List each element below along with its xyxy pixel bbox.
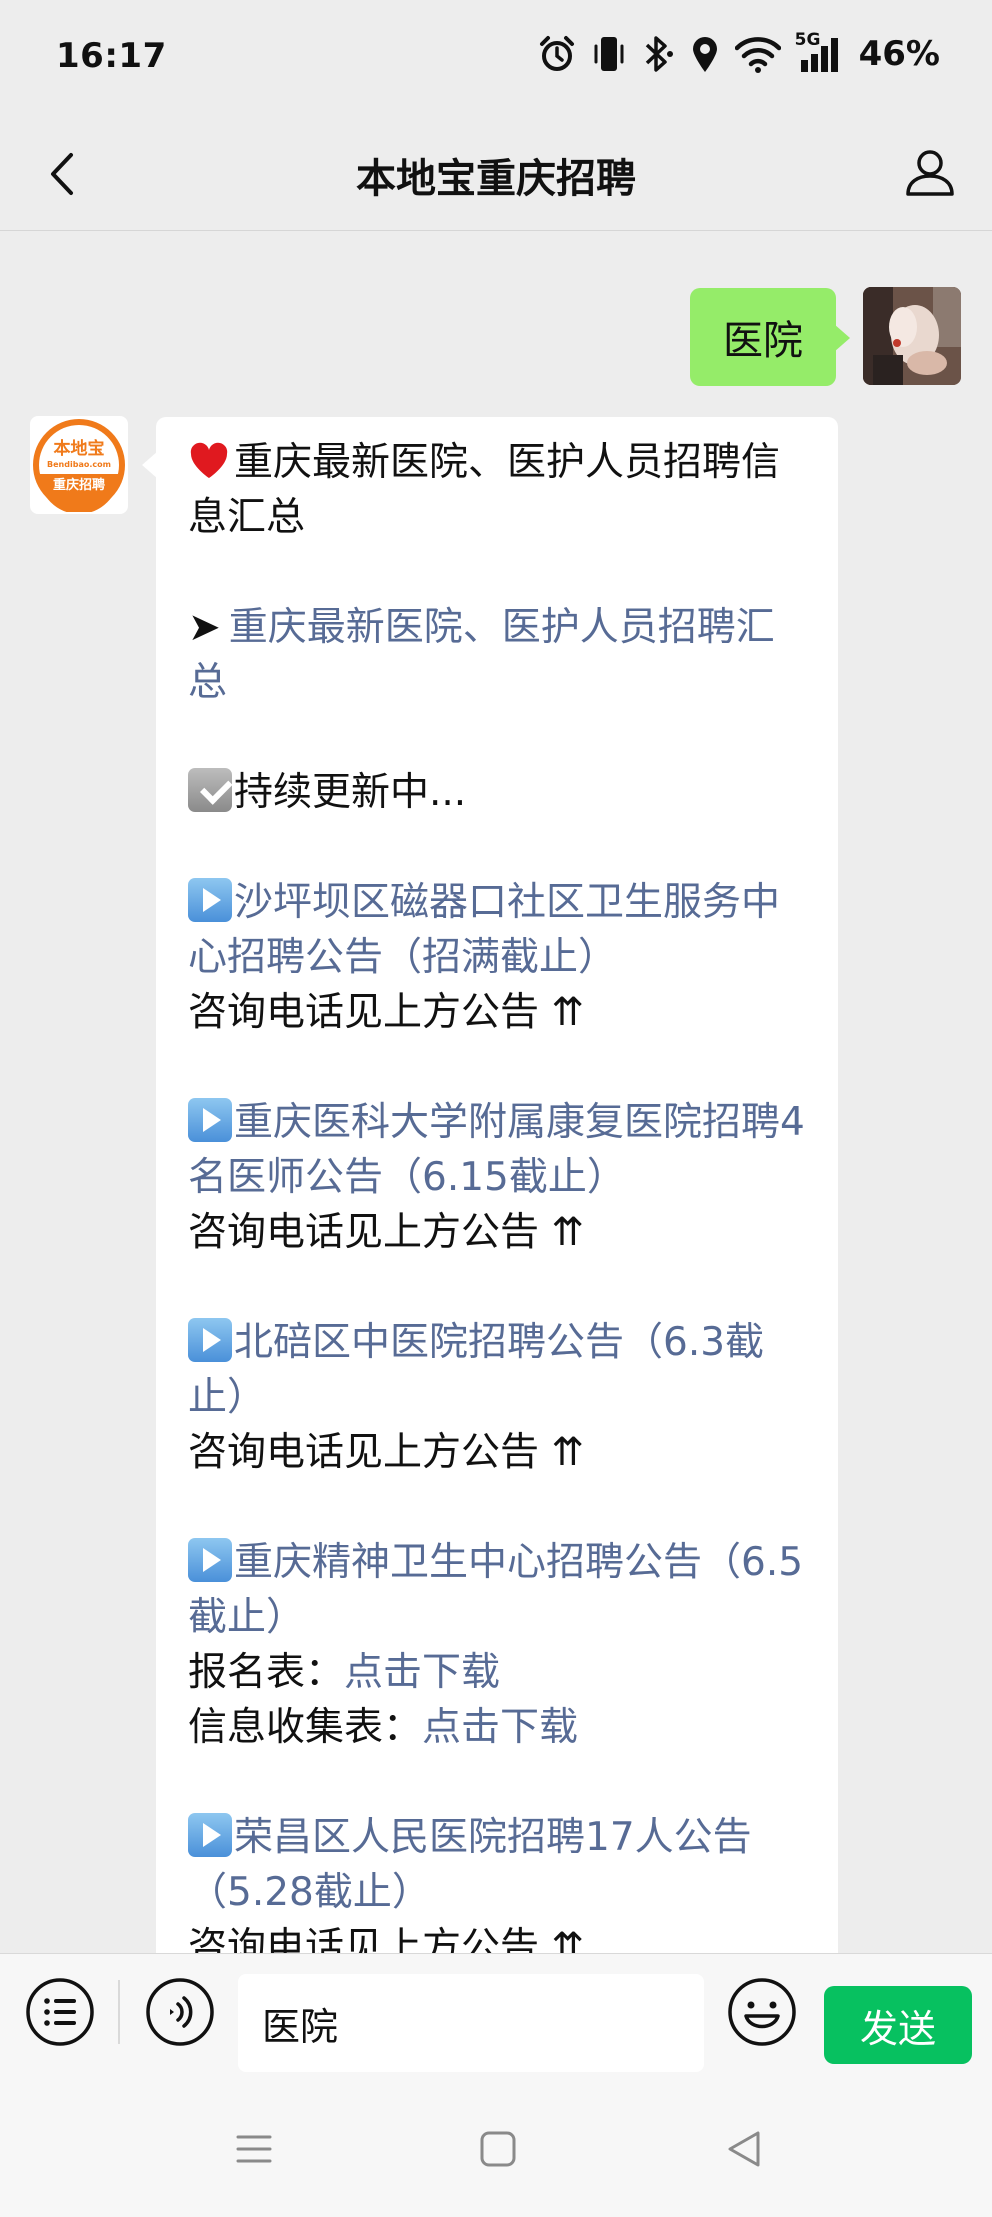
status-line: 持续更新中... bbox=[188, 765, 808, 820]
input-bar: 发送 bbox=[0, 1953, 992, 2074]
list-item: 荣昌区人民医院招聘17人公告（5.28截止） 咨询电话见上方公告 ⇈ bbox=[188, 1810, 808, 1953]
square-home-icon bbox=[480, 2131, 516, 2167]
battery-percentage: 46% bbox=[858, 34, 940, 74]
item-note: 咨询电话见上方公告 ⇈ bbox=[188, 1430, 585, 1475]
red-heart-icon bbox=[190, 442, 228, 478]
item-link[interactable]: 沙坪坝区磁器口社区卫生服务中心招聘公告（招满截止） bbox=[188, 880, 780, 980]
bendibao-logo: 本地宝 Bendibao.com 重庆招聘 bbox=[33, 419, 125, 512]
play-button-icon bbox=[188, 1538, 232, 1582]
list-menu-icon bbox=[26, 1978, 94, 2046]
profile-button[interactable] bbox=[898, 140, 962, 204]
play-button-icon bbox=[188, 1318, 232, 1362]
voice-icon bbox=[146, 1978, 214, 2046]
logo-name: 本地宝 bbox=[54, 438, 105, 459]
status-icons: 5G 46% bbox=[537, 30, 940, 76]
user-avatar[interactable] bbox=[863, 287, 961, 385]
alarm-icon bbox=[539, 36, 574, 71]
bot-message-bubble[interactable]: 重庆最新医院、医护人员招聘信息汇总 ➤ 重庆最新医院、医护人员招聘汇总 持续更新中… bbox=[142, 417, 838, 1953]
headline-text: 重庆最新医院、医护人员招聘信息汇总 bbox=[188, 440, 781, 540]
item-link[interactable]: 北碚区中医院招聘公告（6.3截止） bbox=[188, 1320, 764, 1420]
menu-button[interactable] bbox=[24, 1976, 96, 2048]
logo-tagline: 重庆招聘 bbox=[53, 477, 105, 493]
check-mark-icon bbox=[188, 768, 232, 812]
download-link[interactable]: 点击下载 bbox=[422, 1705, 578, 1750]
status-bar: 16:17 5G 46% bbox=[0, 0, 992, 116]
title-bar: 本地宝重庆招聘 bbox=[0, 116, 992, 231]
bot-avatar[interactable]: 本地宝 Bendibao.com 重庆招聘 bbox=[30, 416, 128, 514]
chat-area[interactable]: 医院 本地宝 Bendibao.com 重庆招聘 重庆最新医院、医护人员招聘信息… bbox=[0, 231, 992, 1953]
list-item: 重庆精神卫生中心招聘公告（6.5截止） 报名表：点击下载 信息收集表：点击下载 bbox=[188, 1535, 808, 1755]
home-button[interactable] bbox=[470, 2121, 526, 2177]
item-link[interactable]: 重庆医科大学附属康复医院招聘4名医师公告（6.15截止） bbox=[188, 1100, 805, 1200]
list-item: 沙坪坝区磁器口社区卫生服务中心招聘公告（招满截止） 咨询电话见上方公告 ⇈ bbox=[188, 875, 808, 1040]
item-note: 咨询电话见上方公告 ⇈ bbox=[188, 990, 585, 1035]
play-button-icon bbox=[188, 1813, 232, 1857]
item-link[interactable]: 重庆精神卫生中心招聘公告（6.5截止） bbox=[188, 1540, 803, 1640]
form-label: 报名表： bbox=[188, 1650, 345, 1695]
voice-button[interactable] bbox=[144, 1976, 216, 2048]
user-message-bubble[interactable]: 医院 bbox=[690, 288, 850, 386]
user-avatar-image bbox=[863, 287, 961, 385]
list-item: 重庆医科大学附属康复医院招聘4名医师公告（6.15截止） 咨询电话见上方公告 ⇈ bbox=[188, 1095, 808, 1260]
arrow-icon: ➤ bbox=[188, 605, 221, 650]
item-link[interactable]: 荣昌区人民医院招聘17人公告（5.28截止） bbox=[188, 1815, 752, 1915]
location-icon bbox=[692, 37, 717, 72]
status-time: 16:17 bbox=[56, 36, 167, 76]
play-button-icon bbox=[188, 1098, 232, 1142]
message-input[interactable] bbox=[238, 1974, 704, 2072]
list-item: 北碚区中医院招聘公告（6.3截止） 咨询电话见上方公告 ⇈ bbox=[188, 1315, 808, 1480]
send-button[interactable]: 发送 bbox=[824, 1986, 972, 2064]
summary-link[interactable]: 重庆最新医院、医护人员招聘汇总 bbox=[188, 605, 775, 705]
form-label: 信息收集表： bbox=[188, 1705, 423, 1750]
status-text: 持续更新中... bbox=[234, 770, 467, 815]
triangle-back-icon bbox=[728, 2131, 760, 2167]
summary-line: ➤ 重庆最新医院、医护人员招聘汇总 bbox=[188, 600, 808, 710]
recent-apps-button[interactable] bbox=[226, 2121, 282, 2177]
item-note: 咨询电话见上方公告 ⇈ bbox=[188, 1210, 585, 1255]
divider bbox=[118, 1980, 120, 2044]
bluetooth-icon bbox=[645, 36, 673, 72]
vibrate-icon bbox=[594, 37, 624, 71]
item-note: 咨询电话见上方公告 ⇈ bbox=[188, 1925, 585, 1953]
wifi-icon bbox=[734, 37, 781, 73]
user-message-text: 医院 bbox=[723, 318, 803, 364]
play-button-icon bbox=[188, 878, 232, 922]
download-link[interactable]: 点击下载 bbox=[344, 1650, 500, 1695]
user-profile-icon bbox=[906, 150, 954, 196]
logo-domain: Bendibao.com bbox=[47, 460, 111, 469]
page-title: 本地宝重庆招聘 bbox=[356, 156, 636, 202]
emoji-button[interactable] bbox=[726, 1976, 798, 2048]
cellular-signal-icon: 5G bbox=[795, 30, 843, 74]
message-headline: 重庆最新医院、医护人员招聘信息汇总 bbox=[188, 435, 808, 545]
nav-back-button[interactable] bbox=[716, 2121, 772, 2177]
system-navigation-bar bbox=[0, 2073, 992, 2217]
bot-message-content: 重庆最新医院、医护人员招聘信息汇总 ➤ 重庆最新医院、医护人员招聘汇总 持续更新中… bbox=[188, 435, 808, 1953]
menu-lines-icon bbox=[236, 2135, 272, 2163]
smiley-icon bbox=[728, 1978, 796, 2046]
